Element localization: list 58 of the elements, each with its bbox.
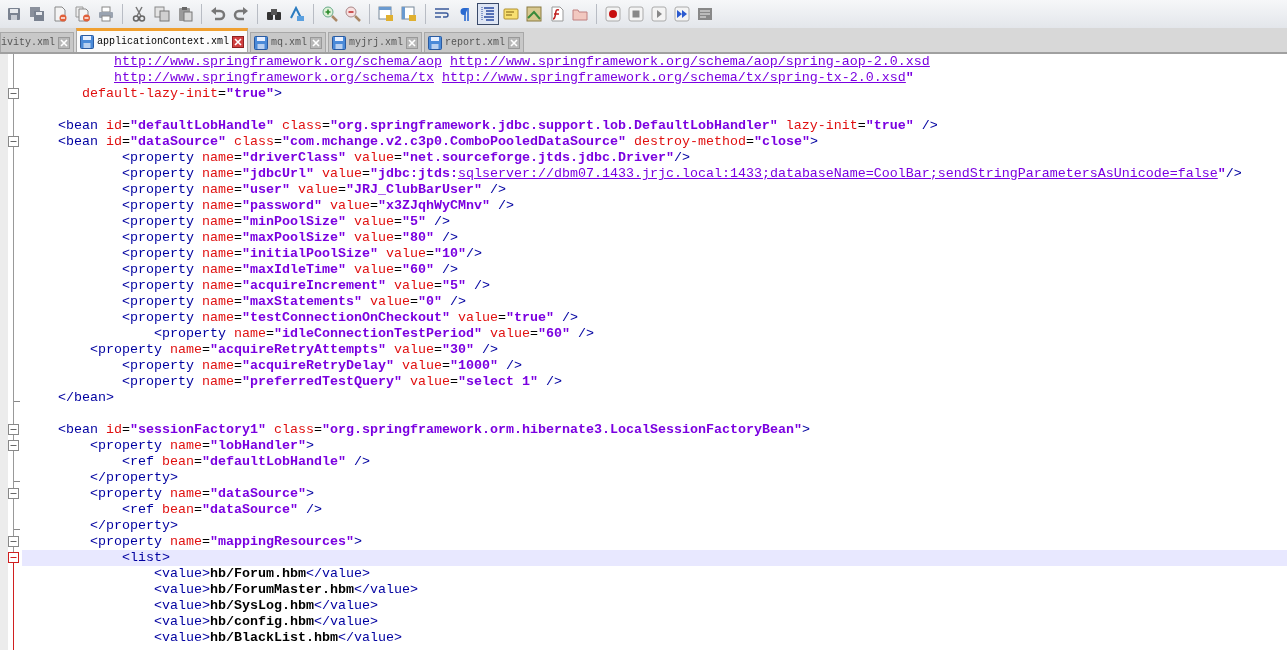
code-line: <value>hb/Forum.hbm</value> (153, 566, 371, 582)
code-line: <ref bean="defaultLobHandle" /> (121, 454, 371, 470)
code-line: <value>hb/ForumMaster.hbm</value> (153, 582, 419, 598)
file-tab[interactable]: mq.xml (250, 32, 327, 52)
url-link[interactable]: sqlserver://dbm07.1433.jrjc.local:1433;databaseName=CoolBar;sendStringParametersAsUnicode=false (457, 166, 1218, 181)
fold-minus-icon[interactable] (8, 88, 19, 99)
code-line: <property name="preferredTestQuery" value="select 1" /> (121, 374, 563, 390)
code-line: <property name="maxPoolSize" value="80" /> (121, 230, 459, 246)
code-line: default-lazy-init="true"> (81, 86, 283, 102)
file-tab[interactable]: myjrj.xml (328, 32, 423, 52)
url-link[interactable]: http://www.springframework.org/schema/aop (114, 54, 442, 69)
code-line: <property name="acquireRetryDelay" value="1000" /> (121, 358, 523, 374)
file-tab[interactable]: applicationContext.xml (76, 28, 249, 52)
code-line: <property name="jdbcUrl" value="jdbc:jtds:sqlserver://dbm07.1433.jrjc.local:1433;databaseName=CoolBar;sendStringParametersAsUnicode=false"/> (121, 166, 1243, 182)
play-icon[interactable] (648, 3, 670, 25)
code-line: <property name="driverClass" value="net.sourceforge.jtds.jdbc.Driver"/> (121, 150, 691, 166)
code-line: <value>hb/config.hbm</value> (153, 614, 379, 630)
stop-icon[interactable] (625, 3, 647, 25)
url-link[interactable]: http://www.springframework.org/schema/aop/spring-aop-2.0.xsd (449, 54, 930, 69)
map-icon[interactable] (523, 3, 545, 25)
file-tab[interactable]: ivity.xml (0, 32, 74, 52)
code-line: <bean id="defaultLobHandle" class="org.springframework.jdbc.support.lob.DefaultLobHandler" lazy-init="true" /> (57, 118, 939, 134)
fold-minus-icon[interactable] (8, 552, 19, 563)
close-icon[interactable] (232, 35, 245, 48)
code-line: <property name="lobHandler"> (89, 438, 315, 454)
code-line: </property> (89, 518, 179, 534)
fold-minus-icon[interactable] (8, 136, 19, 147)
code-line: <property name="user" value="JRJ_ClubBarUser" /> (121, 182, 507, 198)
code-line: </property> (89, 470, 179, 486)
code-line: <property name="initialPoolSize" value="10"/> (121, 246, 483, 262)
code-line: <bean id="dataSource" class="com.mchange.v2.c3p0.ComboPooledDataSource" destroy-method="close"> (57, 134, 819, 150)
code-line: <property name="dataSource"> (89, 486, 315, 502)
code-line: <property name="mappingResources"> (89, 534, 363, 550)
copy-icon[interactable] (151, 3, 173, 25)
indent-guide-icon[interactable] (477, 3, 499, 25)
fold-minus-icon[interactable] (8, 424, 19, 435)
fold-minus-icon[interactable] (8, 440, 19, 451)
url-link[interactable]: http://www.springframework.org/schema/tx/spring-tx-2.0.xsd (441, 70, 906, 85)
record-icon[interactable] (602, 3, 624, 25)
code-line: <value>hb/SysLog.hbm</value> (153, 598, 379, 614)
code-line: <value>hb/BlackList.hbm</value> (153, 630, 403, 646)
code-line: <property name="maxStatements" value="0" /> (121, 294, 467, 310)
fold-minus-icon[interactable] (8, 536, 19, 547)
code-line: <property name="testConnectionOnCheckout" value="true" /> (121, 310, 579, 326)
code-line: <property name="acquireRetryAttempts" value="30" /> (89, 342, 499, 358)
fold-minus-icon[interactable] (8, 488, 19, 499)
fast-forward-icon[interactable] (671, 3, 693, 25)
code-line: <property name="acquireIncrement" value="5" /> (121, 278, 491, 294)
code-line: <property name="maxIdleTime" value="60" /> (121, 262, 459, 278)
code-line: <property name="idleConnectionTestPeriod" value="60" /> (153, 326, 595, 342)
code-line: <ref bean="dataSource" /> (121, 502, 323, 518)
code-line: <property name="password" value="x3ZJqhWyCMnv" /> (121, 198, 515, 214)
code-line: </bean> (57, 390, 115, 406)
code-line: <property name="minPoolSize" value="5" /> (121, 214, 451, 230)
code-line: <bean id="sessionFactory1" class="org.springframework.orm.hibernate3.LocalSessionFactoryBean"> (57, 422, 811, 438)
url-link[interactable]: http://www.springframework.org/schema/tx (114, 70, 434, 85)
code-line: http://www.springframework.org/schema/tx http://www.springframework.org/schema/tx/spring-tx-2.0.xsd" (113, 70, 915, 86)
file-tab[interactable]: report.xml (424, 32, 525, 52)
